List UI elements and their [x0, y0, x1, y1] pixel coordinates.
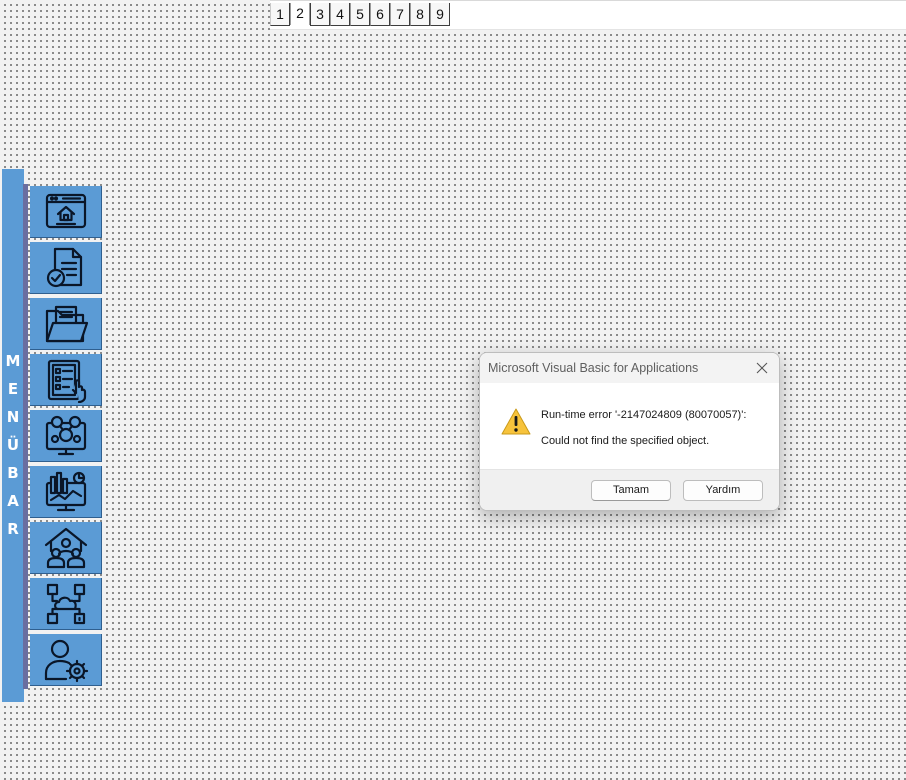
menu-button-web-home[interactable]: [30, 186, 102, 238]
web-home-icon: [45, 193, 86, 228]
monitor-network-icon: [45, 415, 86, 455]
user-settings-icon: [44, 639, 88, 682]
error-message-detail: Could not find the specified object.: [541, 435, 710, 447]
dialog-title: Microsoft Visual Basic for Applications: [488, 361, 699, 375]
family-home-icon: [44, 527, 87, 568]
page-tab-9[interactable]: 9: [430, 3, 450, 26]
dialog-titlebar[interactable]: Microsoft Visual Basic for Applications: [480, 353, 779, 383]
menubar-edge: [23, 184, 28, 689]
page-tab-2[interactable]: 2: [290, 3, 310, 25]
menu-button-user-settings[interactable]: [30, 634, 102, 686]
page-tab-8[interactable]: 8: [410, 3, 430, 26]
warning-icon: [501, 408, 531, 435]
page-tab-6[interactable]: 6: [370, 3, 390, 26]
menu-button-monitor-network[interactable]: [30, 410, 102, 462]
page-tab-1[interactable]: 1: [270, 3, 290, 26]
menu-button-analytics[interactable]: [30, 466, 102, 518]
page-tab-strip: 1 2 3 4 5 6 7 8 9: [270, 0, 906, 30]
page-tab-3[interactable]: 3: [310, 3, 330, 26]
dialog-footer: Tamam Yardım: [480, 469, 779, 510]
menubar-strip[interactable]: MENÜBAR: [2, 169, 24, 702]
ok-button[interactable]: Tamam: [591, 480, 671, 501]
error-message-title: Run-time error '-2147024809 (80070057)':: [541, 409, 747, 421]
menu-button-checklist[interactable]: [30, 354, 102, 406]
folder-documents-icon: [45, 305, 88, 342]
dialog-body: Run-time error '-2147024809 (80070057)':…: [480, 383, 779, 469]
close-button[interactable]: [751, 358, 773, 378]
analytics-monitor-icon: [45, 471, 86, 511]
close-icon: [756, 362, 768, 374]
page-tab-7[interactable]: 7: [390, 3, 410, 26]
error-dialog: Microsoft Visual Basic for Applications …: [479, 352, 780, 511]
menu-items: [30, 186, 102, 690]
menu-button-document-check[interactable]: [30, 242, 102, 294]
checklist-click-icon: [47, 359, 86, 403]
menu-button-folder[interactable]: [30, 298, 102, 350]
help-button[interactable]: Yardım: [683, 480, 763, 501]
menu-button-cloud-network[interactable]: [30, 578, 102, 630]
page-tab-4[interactable]: 4: [330, 3, 350, 26]
document-check-icon: [46, 247, 82, 287]
page-tabs: 1 2 3 4 5 6 7 8 9: [270, 3, 450, 26]
page-tab-5[interactable]: 5: [350, 3, 370, 26]
menubar-label: MENÜBAR: [5, 352, 21, 538]
cloud-network-icon: [46, 583, 85, 624]
menu-button-family-home[interactable]: [30, 522, 102, 574]
